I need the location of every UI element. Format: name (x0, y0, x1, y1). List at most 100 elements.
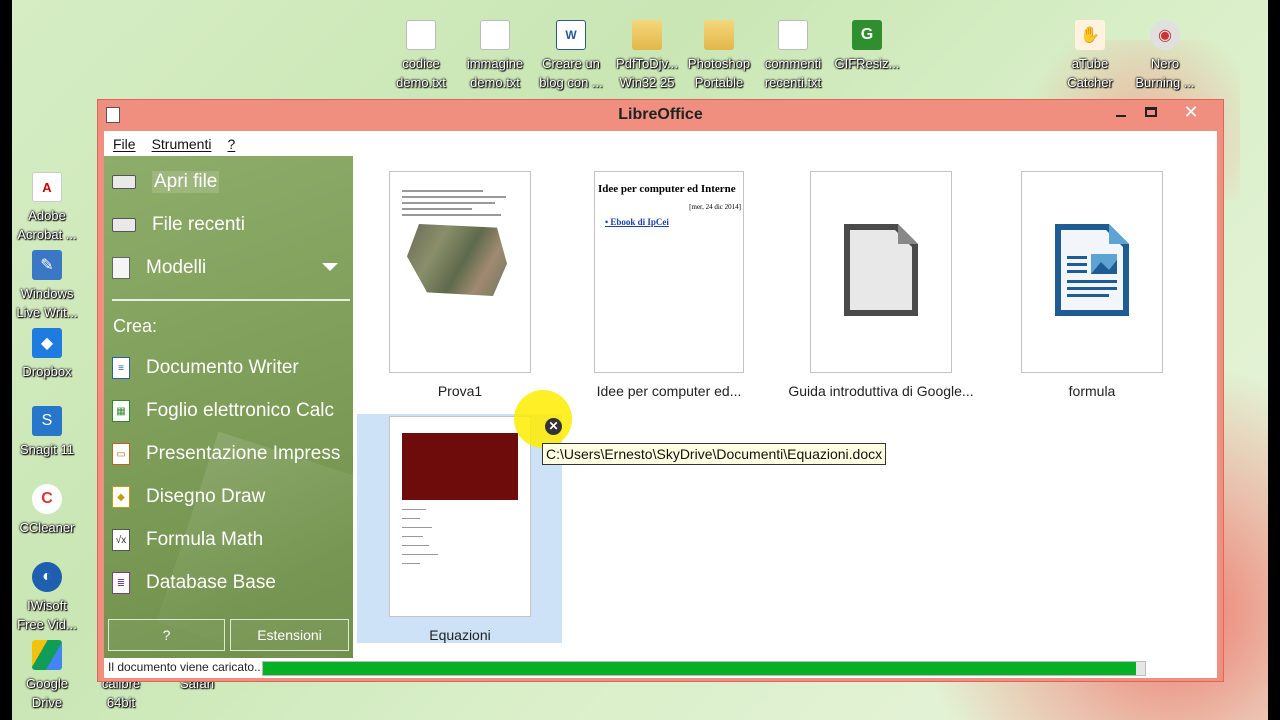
calc-icon: ▦ (112, 400, 130, 422)
preview-title: Idee per computer ed Interne (598, 183, 736, 195)
commenti-recenti-icon[interactable]: commenti recenti.txt (756, 20, 830, 92)
snagit-glyph-icon: S (32, 406, 62, 436)
dropbox-glyph-icon: ◆ (32, 328, 62, 358)
snagit-icon[interactable]: S Snagit 11 (10, 406, 84, 459)
loading-progress-fill (263, 662, 1137, 675)
desktop-icon-label: immagine demo.txt (466, 56, 524, 90)
google-drive-glyph-icon (32, 640, 62, 670)
gifresize-icon[interactable]: G GIFResiz... (830, 20, 904, 73)
photoshop-portable-icon[interactable]: Photoshop Portable (682, 20, 756, 92)
aerial-photo-image (407, 224, 507, 296)
libreoffice-window: LibreOffice ✕ File Strumenti ? Apri file… (97, 99, 1224, 682)
create-calc-button[interactable]: ▦ Foglio elettronico Calc (112, 395, 334, 427)
maximize-button[interactable] (1135, 102, 1167, 124)
recent-files-button[interactable]: File recenti (112, 209, 245, 241)
create-writer-label: Documento Writer (146, 357, 299, 378)
pdftodjvu-glyph-icon (632, 20, 662, 50)
create-base-label: Database Base (146, 572, 276, 593)
recent-doc-idee-thumbnail[interactable]: Idee per computer ed Interne [mer, 24 di… (594, 171, 744, 373)
base-icon: ≣ (112, 572, 130, 594)
tray-icon (112, 175, 136, 189)
cursor-highlight (514, 390, 572, 448)
desktop-icon-label: IWisoft Free Vid... (17, 598, 77, 632)
desktop-icon-label: PdfToDjv... Win32 25 (616, 56, 678, 90)
tray-icon (112, 218, 136, 232)
recent-doc-guida-thumbnail[interactable] (810, 171, 952, 373)
templates-label: Modelli (146, 257, 207, 278)
iwisoft-glyph-icon: ◐ (32, 562, 62, 592)
ccleaner-icon[interactable]: C CCleaner (10, 484, 84, 537)
recent-doc-prova1-thumbnail[interactable] (389, 171, 531, 373)
dropbox-icon[interactable]: ◆ Dropbox (10, 328, 84, 381)
desktop-icon-label: Adobe Acrobat ... (17, 208, 77, 242)
menu-file[interactable]: File (113, 136, 136, 152)
create-impress-button[interactable]: ▭ Presentazione Impress (112, 438, 340, 470)
open-file-label: Apri file (152, 171, 220, 193)
create-impress-label: Presentazione Impress (146, 443, 341, 464)
desktop-icon-label: Google Drive (26, 676, 68, 710)
atube-catcher-glyph-icon: ✋ (1075, 20, 1105, 50)
menu-help[interactable]: ? (227, 136, 235, 152)
extensions-button[interactable]: Estensioni (230, 619, 349, 651)
menu-bar: File Strumenti ? (104, 131, 1217, 156)
atube-catcher-icon[interactable]: ✋ aTube Catcher (1053, 20, 1127, 92)
libreoffice-document-icon (844, 224, 918, 316)
close-button[interactable]: ✕ (1175, 102, 1207, 124)
create-draw-button[interactable]: ◆ Disegno Draw (112, 481, 265, 513)
preview-link: • Ebook di IpCei (605, 217, 669, 227)
start-center: Apri file File recenti Modelli Crea: ≡ Do… (104, 156, 1217, 658)
start-center-sidebar: Apri file File recenti Modelli Crea: ≡ Do… (104, 156, 353, 658)
status-bar: Il documento viene caricato... (104, 658, 1217, 678)
help-button[interactable]: ? (108, 619, 225, 651)
desktop-icon-label: Windows Live Writ... (16, 286, 78, 320)
desktop-icon-label: Snagit 11 (20, 442, 74, 457)
minimize-icon (1116, 115, 1126, 117)
status-text: Il documento viene caricato... (108, 660, 265, 674)
immagine-demo-glyph-icon (480, 20, 510, 50)
writer-document-icon (1055, 224, 1129, 316)
remove-recent-close-icon[interactable]: ✕ (545, 418, 562, 435)
title-bar[interactable]: LibreOffice ✕ (98, 100, 1223, 130)
desktop-icon-label: GIFResiz... (834, 56, 900, 71)
recent-doc-idee-label[interactable]: Idee per computer ed... (559, 383, 779, 399)
codice-demo-icon[interactable]: codice demo.txt (384, 20, 458, 92)
template-icon (112, 257, 130, 279)
recent-doc-equazioni-thumbnail[interactable] (389, 416, 531, 617)
windows-live-writer-icon[interactable]: ✎ Windows Live Writ... (10, 250, 84, 322)
create-math-label: Formula Math (146, 529, 264, 550)
chevron-down-icon[interactable] (322, 263, 338, 271)
close-icon: ✕ (1183, 102, 1199, 122)
pdftodjvu-icon[interactable]: PdfToDjv... Win32 25 (610, 20, 684, 92)
create-writer-button[interactable]: ≡ Documento Writer (112, 352, 299, 384)
iwisoft-icon[interactable]: ◐ IWisoft Free Vid... (10, 562, 84, 634)
impress-icon: ▭ (112, 443, 130, 465)
minimize-button[interactable] (1105, 102, 1137, 124)
desktop-icon-label: CCleaner (19, 520, 75, 535)
letterbox-right (1268, 0, 1280, 720)
red-image-block (402, 433, 518, 500)
desktop-icon-label: commenti recenti.txt (764, 56, 822, 90)
recent-doc-formula-label[interactable]: formula (982, 383, 1202, 399)
math-icon: √x (112, 529, 130, 551)
recent-doc-equazioni-label[interactable]: Equazioni (350, 627, 570, 643)
sidebar-divider (112, 299, 350, 301)
draw-icon: ◆ (112, 486, 130, 508)
immagine-demo-icon[interactable]: immagine demo.txt (458, 20, 532, 92)
create-calc-label: Foglio elettronico Calc (146, 400, 334, 421)
menu-strumenti[interactable]: Strumenti (152, 136, 212, 152)
creare-blog-icon[interactable]: W Creare un blog con ... (534, 20, 608, 92)
recent-doc-formula-thumbnail[interactable] (1021, 171, 1163, 373)
google-drive-icon[interactable]: Google Drive (10, 640, 84, 712)
commenti-recenti-glyph-icon (778, 20, 808, 50)
create-math-button[interactable]: √x Formula Math (112, 524, 263, 556)
open-file-button[interactable]: Apri file (112, 166, 220, 198)
writer-icon: ≡ (112, 357, 130, 379)
create-draw-label: Disegno Draw (146, 486, 266, 507)
nero-burning-icon[interactable]: ◉ Nero Burning ... (1128, 20, 1202, 92)
desktop-icon-label: Dropbox (22, 364, 72, 379)
create-base-button[interactable]: ≣ Database Base (112, 567, 276, 599)
templates-button[interactable]: Modelli (112, 252, 206, 284)
adobe-acrobat-icon[interactable]: A Adobe Acrobat ... (10, 172, 84, 244)
recent-files-label: File recenti (152, 214, 245, 235)
recent-doc-guida-label[interactable]: Guida introduttiva di Google... (771, 383, 991, 399)
